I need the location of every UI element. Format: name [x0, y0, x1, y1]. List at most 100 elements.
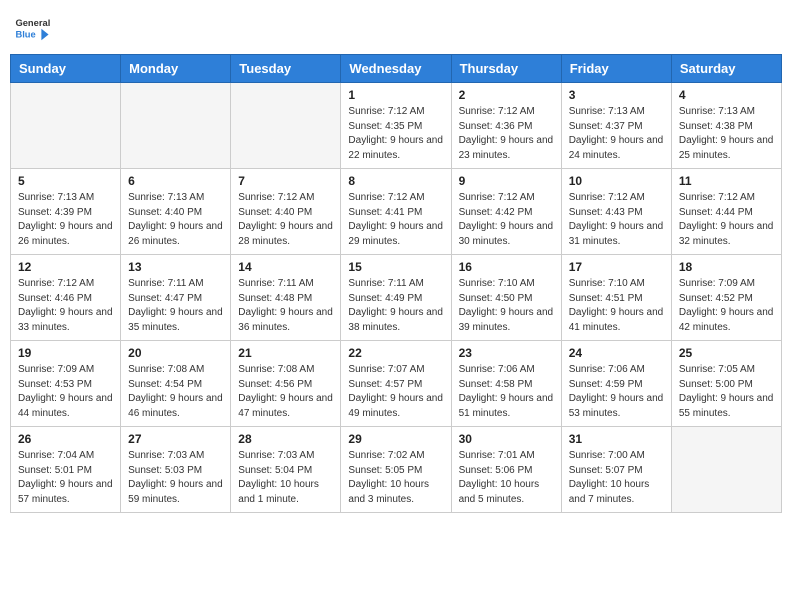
- day-cell: 22 Sunrise: 7:07 AM Sunset: 4:57 PM Dayli…: [341, 341, 451, 427]
- day-number: 5: [18, 174, 113, 188]
- day-info: Sunrise: 7:12 AM Sunset: 4:42 PM Dayligh…: [459, 191, 554, 249]
- logo-icon: GeneralBlue: [14, 10, 50, 46]
- day-info: Sunrise: 7:05 AM Sunset: 5:00 PM Dayligh…: [679, 363, 774, 421]
- day-cell: 8 Sunrise: 7:12 AM Sunset: 4:41 PM Daylig…: [341, 169, 451, 255]
- week-row-4: 19Sunrise: 7:09 AM Sunset: 4:53 PM Dayli…: [11, 341, 782, 427]
- week-row-3: 12 Sunrise: 7:12 AM Sunset: 4:46 PM Dayli…: [11, 255, 782, 341]
- day-cell: 14Sunrise: 7:11 AM Sunset: 4:48 PM Dayli…: [231, 255, 341, 341]
- day-info: Sunrise: 7:11 AM Sunset: 4:49 PM Dayligh…: [348, 277, 443, 335]
- day-number: 8: [348, 174, 443, 188]
- day-number: 23: [459, 346, 554, 360]
- day-cell: 1Sunrise: 7:12 AM Sunset: 4:35 PM Daylig…: [341, 83, 451, 169]
- day-cell: 18Sunrise: 7:09 AM Sunset: 4:52 PM Dayli…: [671, 255, 781, 341]
- day-cell: 23Sunrise: 7:06 AM Sunset: 4:58 PM Dayli…: [451, 341, 561, 427]
- day-number: 20: [128, 346, 223, 360]
- day-number: 22: [348, 346, 443, 360]
- day-info: Sunrise: 7:12 AM Sunset: 4:40 PM Dayligh…: [238, 191, 333, 249]
- weekday-header-thursday: Thursday: [451, 55, 561, 83]
- day-number: 25: [679, 346, 774, 360]
- day-cell: [121, 83, 231, 169]
- day-number: 28: [238, 432, 333, 446]
- day-info: Sunrise: 7:09 AM Sunset: 4:53 PM Dayligh…: [18, 363, 113, 421]
- day-info: Sunrise: 7:02 AM Sunset: 5:05 PM Dayligh…: [348, 449, 443, 507]
- svg-text:Blue: Blue: [15, 29, 35, 39]
- day-info: Sunrise: 7:01 AM Sunset: 5:06 PM Dayligh…: [459, 449, 554, 507]
- day-cell: 24 Sunrise: 7:06 AM Sunset: 4:59 PM Dayli…: [561, 341, 671, 427]
- weekday-header-monday: Monday: [121, 55, 231, 83]
- day-number: 11: [679, 174, 774, 188]
- day-info: Sunrise: 7:12 AM Sunset: 4:46 PM Dayligh…: [18, 277, 113, 335]
- day-info: Sunrise: 7:04 AM Sunset: 5:01 PM Dayligh…: [18, 449, 113, 507]
- day-cell: 19Sunrise: 7:09 AM Sunset: 4:53 PM Dayli…: [11, 341, 121, 427]
- week-row-2: 5 Sunrise: 7:13 AM Sunset: 4:39 PM Daylig…: [11, 169, 782, 255]
- day-cell: 9 Sunrise: 7:12 AM Sunset: 4:42 PM Daylig…: [451, 169, 561, 255]
- day-number: 7: [238, 174, 333, 188]
- day-info: Sunrise: 7:03 AM Sunset: 5:03 PM Dayligh…: [128, 449, 223, 507]
- day-cell: 21 Sunrise: 7:08 AM Sunset: 4:56 PM Dayli…: [231, 341, 341, 427]
- day-info: Sunrise: 7:07 AM Sunset: 4:57 PM Dayligh…: [348, 363, 443, 421]
- day-info: Sunrise: 7:12 AM Sunset: 4:36 PM Dayligh…: [459, 105, 554, 163]
- day-cell: 3Sunrise: 7:13 AM Sunset: 4:37 PM Daylig…: [561, 83, 671, 169]
- day-number: 16: [459, 260, 554, 274]
- day-number: 15: [348, 260, 443, 274]
- day-cell: 17 Sunrise: 7:10 AM Sunset: 4:51 PM Dayli…: [561, 255, 671, 341]
- day-cell: 12 Sunrise: 7:12 AM Sunset: 4:46 PM Dayli…: [11, 255, 121, 341]
- day-cell: 10Sunrise: 7:12 AM Sunset: 4:43 PM Dayli…: [561, 169, 671, 255]
- day-cell: [671, 427, 781, 513]
- weekday-header-row: SundayMondayTuesdayWednesdayThursdayFrid…: [11, 55, 782, 83]
- day-cell: 20 Sunrise: 7:08 AM Sunset: 4:54 PM Dayli…: [121, 341, 231, 427]
- weekday-header-friday: Friday: [561, 55, 671, 83]
- day-cell: 27 Sunrise: 7:03 AM Sunset: 5:03 PM Dayli…: [121, 427, 231, 513]
- day-info: Sunrise: 7:10 AM Sunset: 4:50 PM Dayligh…: [459, 277, 554, 335]
- day-cell: 31 Sunrise: 7:00 AM Sunset: 5:07 PM Dayli…: [561, 427, 671, 513]
- day-info: Sunrise: 7:09 AM Sunset: 4:52 PM Dayligh…: [679, 277, 774, 335]
- day-number: 14: [238, 260, 333, 274]
- day-number: 4: [679, 88, 774, 102]
- day-number: 13: [128, 260, 223, 274]
- weekday-header-saturday: Saturday: [671, 55, 781, 83]
- day-info: Sunrise: 7:13 AM Sunset: 4:39 PM Dayligh…: [18, 191, 113, 249]
- weekday-header-wednesday: Wednesday: [341, 55, 451, 83]
- day-cell: 15 Sunrise: 7:11 AM Sunset: 4:49 PM Dayli…: [341, 255, 451, 341]
- day-cell: 13 Sunrise: 7:11 AM Sunset: 4:47 PM Dayli…: [121, 255, 231, 341]
- day-number: 30: [459, 432, 554, 446]
- day-info: Sunrise: 7:08 AM Sunset: 4:54 PM Dayligh…: [128, 363, 223, 421]
- day-info: Sunrise: 7:11 AM Sunset: 4:47 PM Dayligh…: [128, 277, 223, 335]
- weekday-header-tuesday: Tuesday: [231, 55, 341, 83]
- day-number: 2: [459, 88, 554, 102]
- logo: GeneralBlue: [14, 10, 50, 46]
- day-cell: [11, 83, 121, 169]
- day-info: Sunrise: 7:12 AM Sunset: 4:41 PM Dayligh…: [348, 191, 443, 249]
- day-number: 12: [18, 260, 113, 274]
- day-info: Sunrise: 7:10 AM Sunset: 4:51 PM Dayligh…: [569, 277, 664, 335]
- day-number: 1: [348, 88, 443, 102]
- day-info: Sunrise: 7:03 AM Sunset: 5:04 PM Dayligh…: [238, 449, 333, 507]
- day-cell: 2 Sunrise: 7:12 AM Sunset: 4:36 PM Daylig…: [451, 83, 561, 169]
- day-cell: 4 Sunrise: 7:13 AM Sunset: 4:38 PM Daylig…: [671, 83, 781, 169]
- day-info: Sunrise: 7:12 AM Sunset: 4:44 PM Dayligh…: [679, 191, 774, 249]
- weekday-header-sunday: Sunday: [11, 55, 121, 83]
- day-cell: 6 Sunrise: 7:13 AM Sunset: 4:40 PM Daylig…: [121, 169, 231, 255]
- day-info: Sunrise: 7:13 AM Sunset: 4:37 PM Dayligh…: [569, 105, 664, 163]
- day-number: 26: [18, 432, 113, 446]
- day-cell: 7 Sunrise: 7:12 AM Sunset: 4:40 PM Daylig…: [231, 169, 341, 255]
- day-info: Sunrise: 7:13 AM Sunset: 4:40 PM Dayligh…: [128, 191, 223, 249]
- day-number: 6: [128, 174, 223, 188]
- day-number: 21: [238, 346, 333, 360]
- day-number: 27: [128, 432, 223, 446]
- day-info: Sunrise: 7:00 AM Sunset: 5:07 PM Dayligh…: [569, 449, 664, 507]
- svg-text:General: General: [15, 18, 50, 28]
- day-info: Sunrise: 7:13 AM Sunset: 4:38 PM Dayligh…: [679, 105, 774, 163]
- day-cell: 11 Sunrise: 7:12 AM Sunset: 4:44 PM Dayli…: [671, 169, 781, 255]
- day-info: Sunrise: 7:08 AM Sunset: 4:56 PM Dayligh…: [238, 363, 333, 421]
- day-info: Sunrise: 7:06 AM Sunset: 4:59 PM Dayligh…: [569, 363, 664, 421]
- day-cell: 30 Sunrise: 7:01 AM Sunset: 5:06 PM Dayli…: [451, 427, 561, 513]
- day-number: 31: [569, 432, 664, 446]
- day-number: 9: [459, 174, 554, 188]
- week-row-1: 1Sunrise: 7:12 AM Sunset: 4:35 PM Daylig…: [11, 83, 782, 169]
- day-number: 29: [348, 432, 443, 446]
- day-cell: 16 Sunrise: 7:10 AM Sunset: 4:50 PM Dayli…: [451, 255, 561, 341]
- day-number: 17: [569, 260, 664, 274]
- day-number: 24: [569, 346, 664, 360]
- day-cell: 28 Sunrise: 7:03 AM Sunset: 5:04 PM Dayli…: [231, 427, 341, 513]
